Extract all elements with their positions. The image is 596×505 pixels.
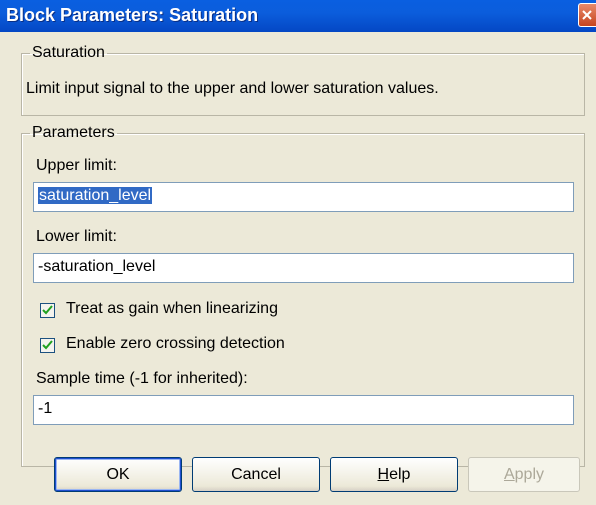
sample-time-value: -1 — [38, 400, 53, 417]
lower-limit-value: -saturation_level — [38, 258, 156, 275]
checkmark-icon — [42, 340, 53, 350]
apply-button-label: pply — [514, 466, 545, 483]
sample-time-input[interactable]: -1 — [33, 395, 574, 425]
block-description: Limit input signal to the upper and lowe… — [26, 80, 439, 97]
lower-limit-input[interactable]: -saturation_level — [33, 253, 574, 283]
ok-button-label: OK — [106, 466, 130, 483]
block-group-legend: Saturation — [32, 44, 105, 61]
upper-limit-input[interactable]: saturation_level — [33, 182, 574, 212]
dialog-client: Saturation Limit input signal to the upp… — [0, 32, 596, 505]
upper-limit-label: Upper limit: — [36, 157, 117, 174]
help-button[interactable]: Help — [330, 457, 458, 492]
title-bar[interactable]: Block Parameters: Saturation — [0, 0, 596, 32]
lower-limit-label: Lower limit: — [36, 228, 117, 245]
checkmark-icon — [42, 305, 53, 315]
upper-limit-value: saturation_level — [38, 187, 153, 204]
parameters-group-legend: Parameters — [32, 124, 115, 141]
cancel-button-label: Cancel — [231, 466, 281, 483]
apply-mnemonic: A — [503, 466, 515, 483]
sample-time-label: Sample time (-1 for inherited): — [36, 370, 248, 387]
window-title: Block Parameters: Saturation — [6, 5, 259, 25]
help-mnemonic: H — [377, 466, 390, 483]
treat-gain-checkbox[interactable] — [40, 303, 55, 318]
treat-gain-label: Treat as gain when linearizing — [66, 300, 278, 317]
apply-button: Apply — [468, 457, 580, 492]
ok-button[interactable]: OK — [54, 457, 182, 492]
help-button-label: elp — [389, 466, 411, 483]
close-button[interactable] — [578, 3, 596, 27]
close-icon — [582, 10, 592, 20]
cancel-button[interactable]: Cancel — [192, 457, 320, 492]
zero-crossing-label: Enable zero crossing detection — [66, 335, 285, 352]
zero-crossing-checkbox[interactable] — [40, 338, 55, 353]
